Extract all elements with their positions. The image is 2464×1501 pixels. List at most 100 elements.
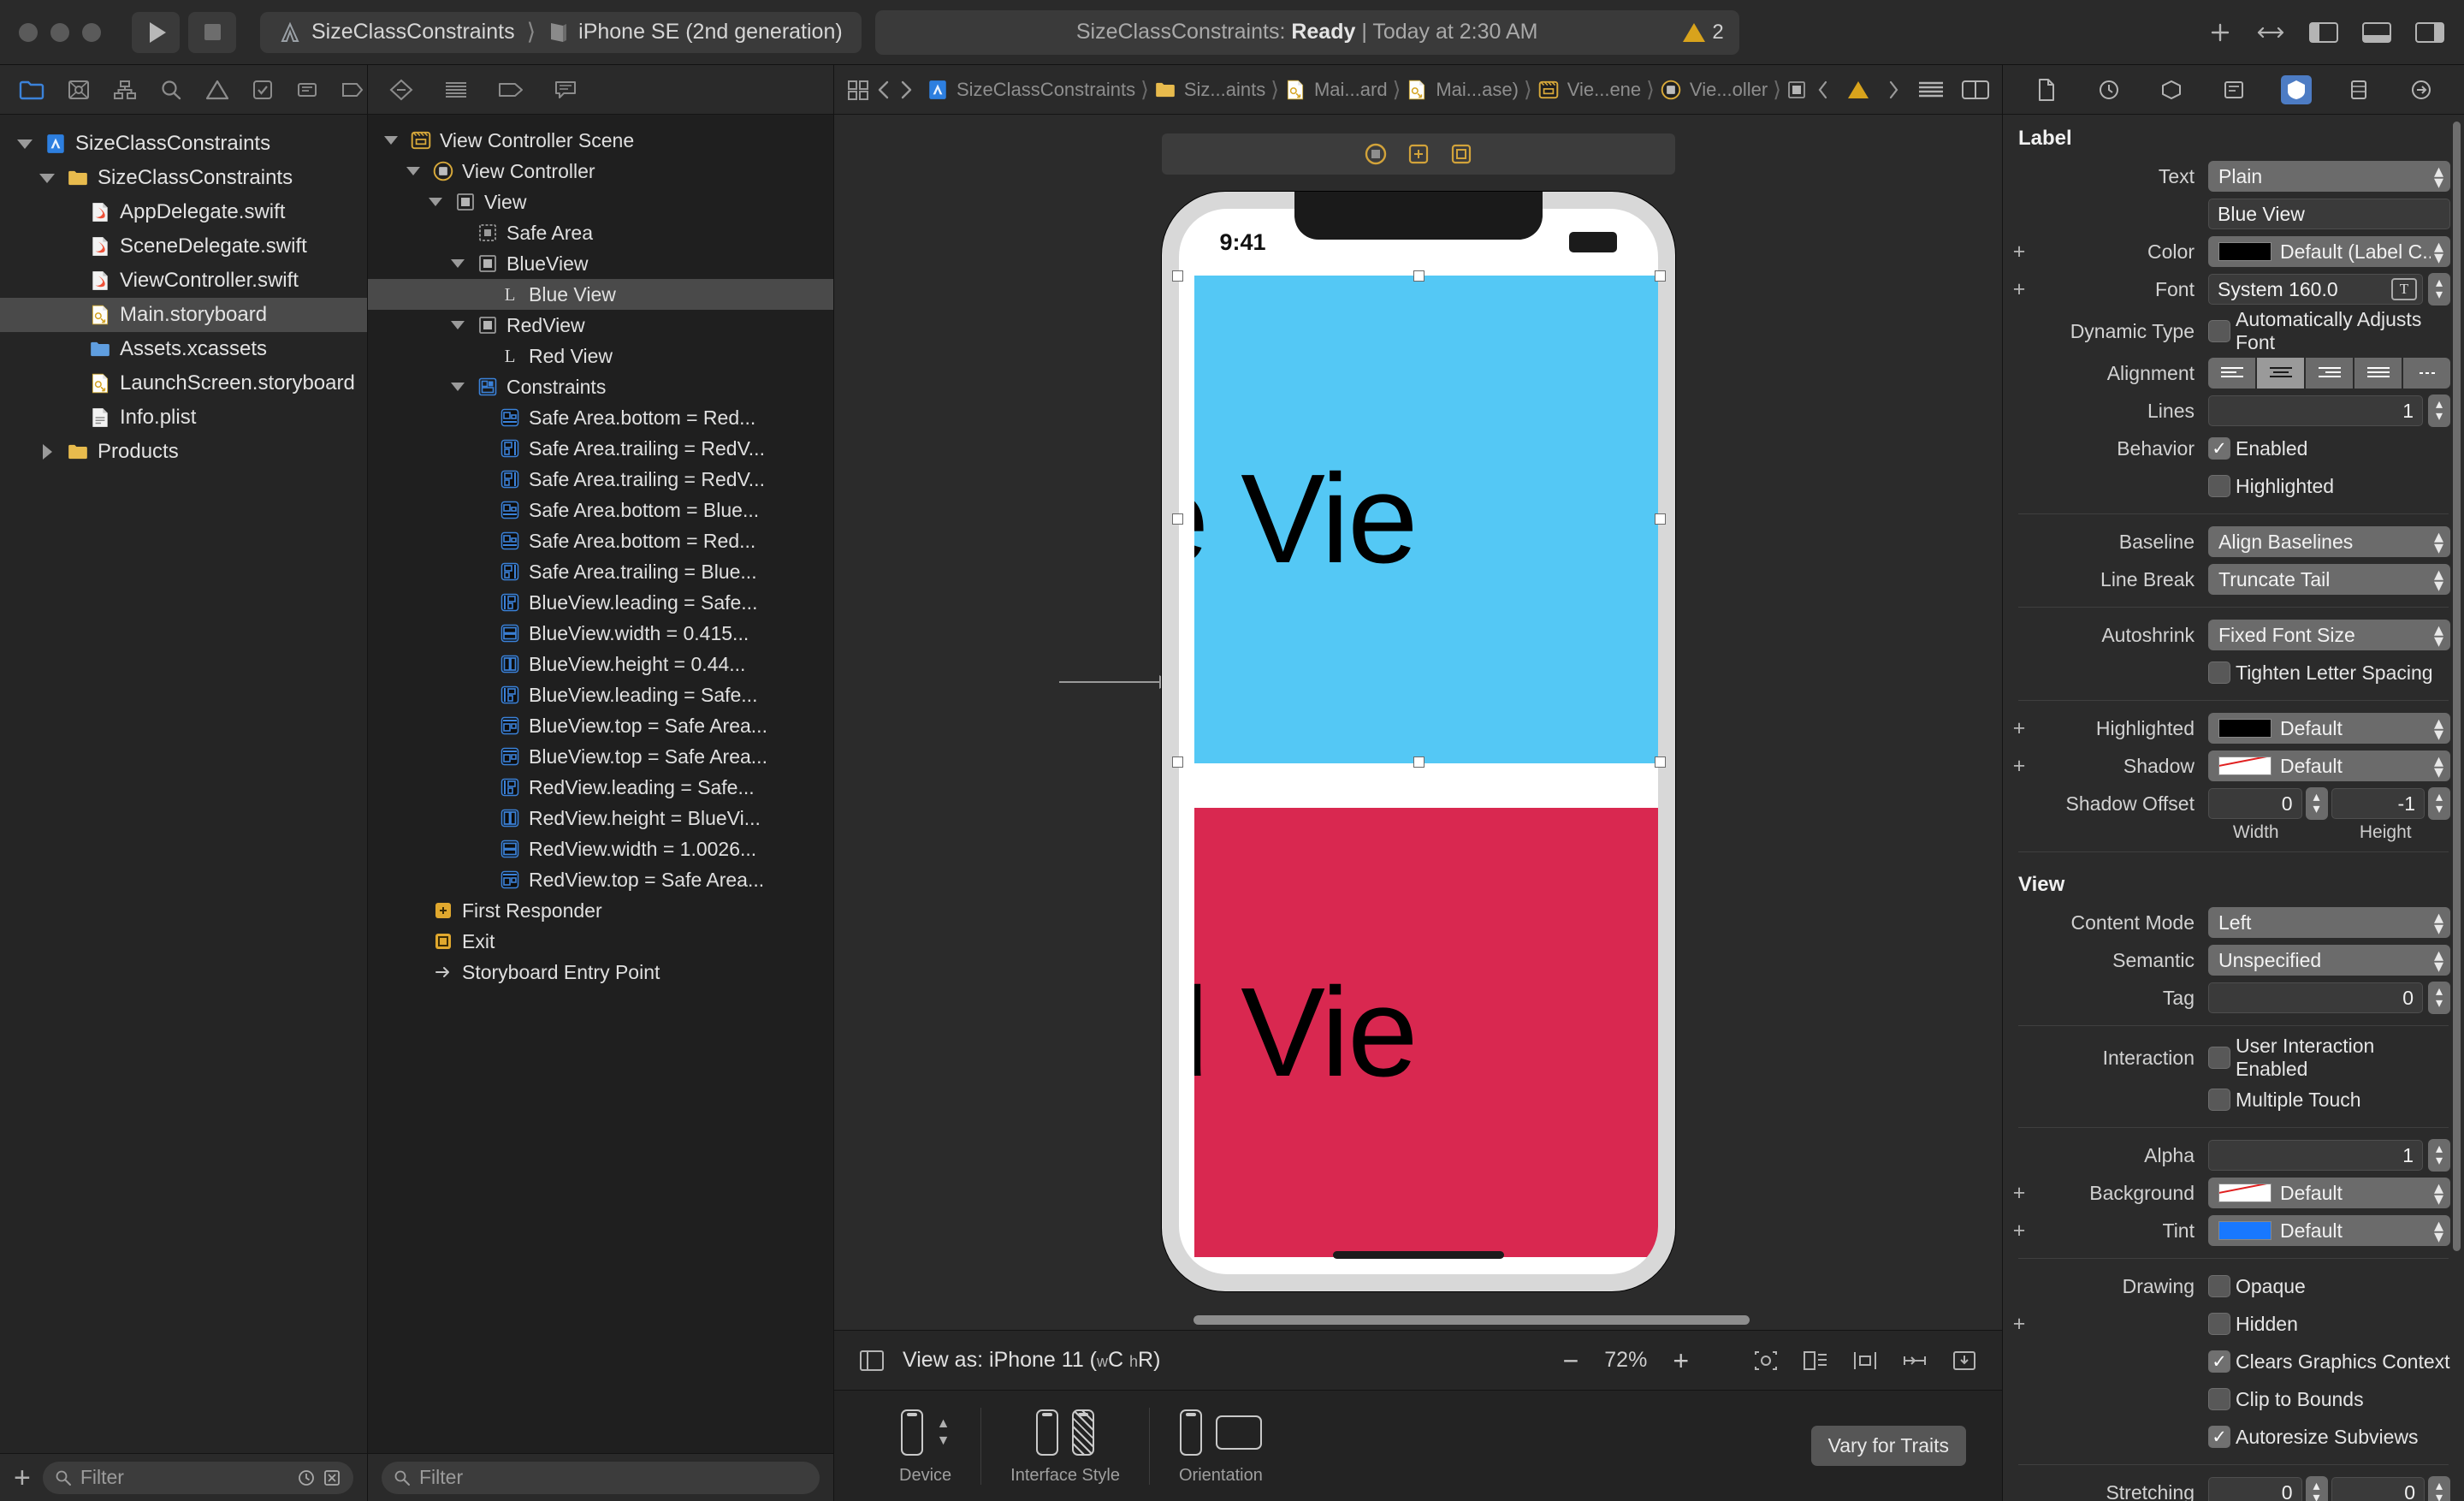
source-control-navigator-tab[interactable]	[67, 75, 91, 104]
background-add-variation-button[interactable]: +	[2010, 1181, 2029, 1206]
storyboard-canvas[interactable]: 9:41 ue Vie ed Vie	[834, 115, 2002, 1330]
blue-view-label[interactable]: ue Vie	[1194, 447, 1419, 592]
resolve-issues-icon[interactable]	[1951, 1349, 1978, 1373]
selection-handle-tl[interactable]	[1171, 270, 1183, 282]
window-controls[interactable]	[19, 22, 101, 42]
view-as-label[interactable]: View as: iPhone 11 (wC hR)	[903, 1348, 1160, 1373]
device-portrait-icon[interactable]	[900, 1409, 923, 1456]
highlighted-checkbox[interactable]	[2208, 475, 2230, 497]
zoom-button[interactable]	[82, 22, 101, 42]
jumpbar-crumb[interactable]: Mai...ard	[1284, 79, 1388, 101]
align-left-button[interactable]	[2208, 358, 2255, 389]
project-file-row[interactable]: SizeClassConstraints	[0, 127, 367, 161]
disclosure-triangle[interactable]	[402, 167, 424, 175]
tag-input[interactable]: 0	[2208, 982, 2423, 1013]
semantic-popup[interactable]: Unspecified ▴ ▾	[2208, 945, 2450, 976]
hide-inspector-list-icon[interactable]	[1916, 79, 1946, 101]
stretching-y-stepper[interactable]: ▴ ▾	[2428, 1476, 2450, 1501]
label-text-input[interactable]: Blue View	[2208, 199, 2450, 229]
source-control-filter-icon[interactable]	[323, 1468, 341, 1487]
disclosure-triangle[interactable]	[424, 198, 447, 206]
embed-in-icon[interactable]	[1802, 1349, 1829, 1373]
hierarchy-navigator-tab[interactable]	[113, 75, 137, 104]
outline-row[interactable]: BlueView.leading = Safe...	[368, 679, 833, 710]
project-file-row[interactable]: SizeClassConstraints	[0, 161, 367, 195]
project-file-row[interactable]: Products	[0, 435, 367, 469]
light-style-icon[interactable]	[1036, 1409, 1059, 1456]
scene-dock-responder-icon[interactable]	[1407, 143, 1430, 165]
jumpbar-forward-chevron[interactable]	[1886, 80, 1901, 100]
align-center-button[interactable]	[2257, 358, 2304, 389]
line-break-popup[interactable]: Truncate Tail ▴ ▾	[2208, 564, 2450, 595]
breakpoint-navigator-tab[interactable]	[341, 75, 364, 104]
outline-row[interactable]: Safe Area.trailing = Blue...	[368, 556, 833, 587]
disclosure-triangle[interactable]	[36, 444, 58, 460]
stretching-x-input[interactable]: 0	[2208, 1477, 2302, 1501]
outline-row[interactable]: Storyboard Entry Point	[368, 957, 833, 988]
minimize-button[interactable]	[50, 22, 69, 42]
outline-minus-icon[interactable]	[387, 75, 416, 104]
device-screen[interactable]: 9:41 ue Vie ed Vie	[1178, 209, 1658, 1274]
text-style-popup[interactable]: Plain ▴ ▾	[2208, 161, 2450, 192]
outline-row[interactable]: Safe Area.trailing = RedV...	[368, 464, 833, 495]
align-icon[interactable]	[1851, 1349, 1879, 1373]
align-justify-button[interactable]	[2354, 358, 2402, 389]
storyboard-outline-tree[interactable]: View Controller Scene View Controller View…	[368, 115, 833, 1453]
outline-row[interactable]: BlueView.leading = Safe...	[368, 587, 833, 618]
file-inspector-tab[interactable]	[2031, 75, 2062, 104]
forward-button[interactable]	[897, 79, 915, 101]
alpha-stepper[interactable]: ▴ ▾	[2428, 1139, 2450, 1172]
jumpbar-back-chevron[interactable]	[1815, 80, 1831, 100]
outline-row[interactable]: BlueView.top = Safe Area...	[368, 710, 833, 741]
outline-row[interactable]: Safe Area	[368, 217, 833, 248]
outline-row[interactable]: RedView	[368, 310, 833, 341]
color-add-variation-button[interactable]: +	[2010, 240, 2029, 264]
blue-view[interactable]: ue Vie	[1194, 276, 1658, 763]
size-inspector-tab[interactable]	[2343, 75, 2374, 104]
disclosure-triangle[interactable]	[36, 173, 58, 183]
outline-row[interactable]: Safe Area.bottom = Red...	[368, 402, 833, 433]
alignment-segmented-control[interactable]	[2208, 358, 2450, 389]
project-file-row[interactable]: SceneDelegate.swift	[0, 229, 367, 264]
device-stepper[interactable]: ▲ ▼	[937, 1417, 951, 1448]
disclosure-triangle[interactable]	[380, 136, 402, 145]
add-constraints-icon[interactable]	[1901, 1349, 1928, 1373]
alpha-input[interactable]: 1	[2208, 1140, 2423, 1171]
outline-row[interactable]: First Responder	[368, 895, 833, 926]
recent-filter-icon[interactable]	[297, 1468, 316, 1487]
font-field[interactable]: System 160.0 T	[2208, 274, 2423, 305]
identity-inspector-tab[interactable]	[2218, 75, 2249, 104]
selection-handle-br[interactable]	[1654, 756, 1666, 768]
clip-to-bounds-checkbox[interactable]	[2208, 1388, 2230, 1410]
disclosure-triangle[interactable]	[447, 383, 469, 391]
outline-row[interactable]: Safe Area.trailing = RedV...	[368, 433, 833, 464]
outline-tag-icon[interactable]	[496, 75, 525, 104]
outline-filter-field[interactable]: Filter	[382, 1461, 820, 1494]
hidden-checkbox[interactable]	[2208, 1313, 2230, 1335]
content-mode-popup[interactable]: Left ▴ ▾	[2208, 907, 2450, 938]
disclosure-triangle[interactable]	[447, 321, 469, 329]
enabled-checkbox[interactable]: ✓	[2208, 437, 2230, 460]
vary-for-traits-button[interactable]: Vary for Traits	[1810, 1426, 1966, 1466]
related-items-icon[interactable]	[846, 79, 870, 101]
zoom-out-button[interactable]: −	[1563, 1347, 1579, 1374]
jumpbar-crumb[interactable]: Siz...aints	[1154, 79, 1265, 101]
outline-row[interactable]: Safe Area.bottom = Blue...	[368, 495, 833, 525]
shadow-add-variation-button[interactable]: +	[2010, 754, 2029, 779]
font-add-variation-button[interactable]: +	[2010, 277, 2029, 302]
project-file-row[interactable]: Main.storyboard	[0, 298, 367, 332]
device-trait-group[interactable]: ▲ ▼ Device	[870, 1406, 980, 1486]
interface-style-group[interactable]: Interface Style	[981, 1406, 1149, 1486]
selection-handle-tm[interactable]	[1413, 270, 1424, 282]
navigator-filter-field[interactable]: Filter	[42, 1461, 353, 1494]
color-popup[interactable]: Default (Label C... ▴ ▾	[2208, 236, 2450, 267]
jumpbar-crumb[interactable]: Vie...ene	[1537, 79, 1641, 101]
device-preview-toggle-icon[interactable]	[858, 1349, 886, 1373]
scene-dock-vc-icon[interactable]	[1365, 143, 1387, 165]
outline-row[interactable]: RedView.leading = Safe...	[368, 772, 833, 803]
orientation-portrait-icon[interactable]	[1179, 1409, 1202, 1456]
back-button[interactable]	[875, 79, 892, 101]
outline-row[interactable]: BlueView.top = Safe Area...	[368, 741, 833, 772]
autoshrink-popup[interactable]: Fixed Font Size ▴ ▾	[2208, 620, 2450, 650]
attributes-inspector-body[interactable]: Label + Text Plain▴▾ + Blue View + Color…	[2003, 115, 2464, 1501]
